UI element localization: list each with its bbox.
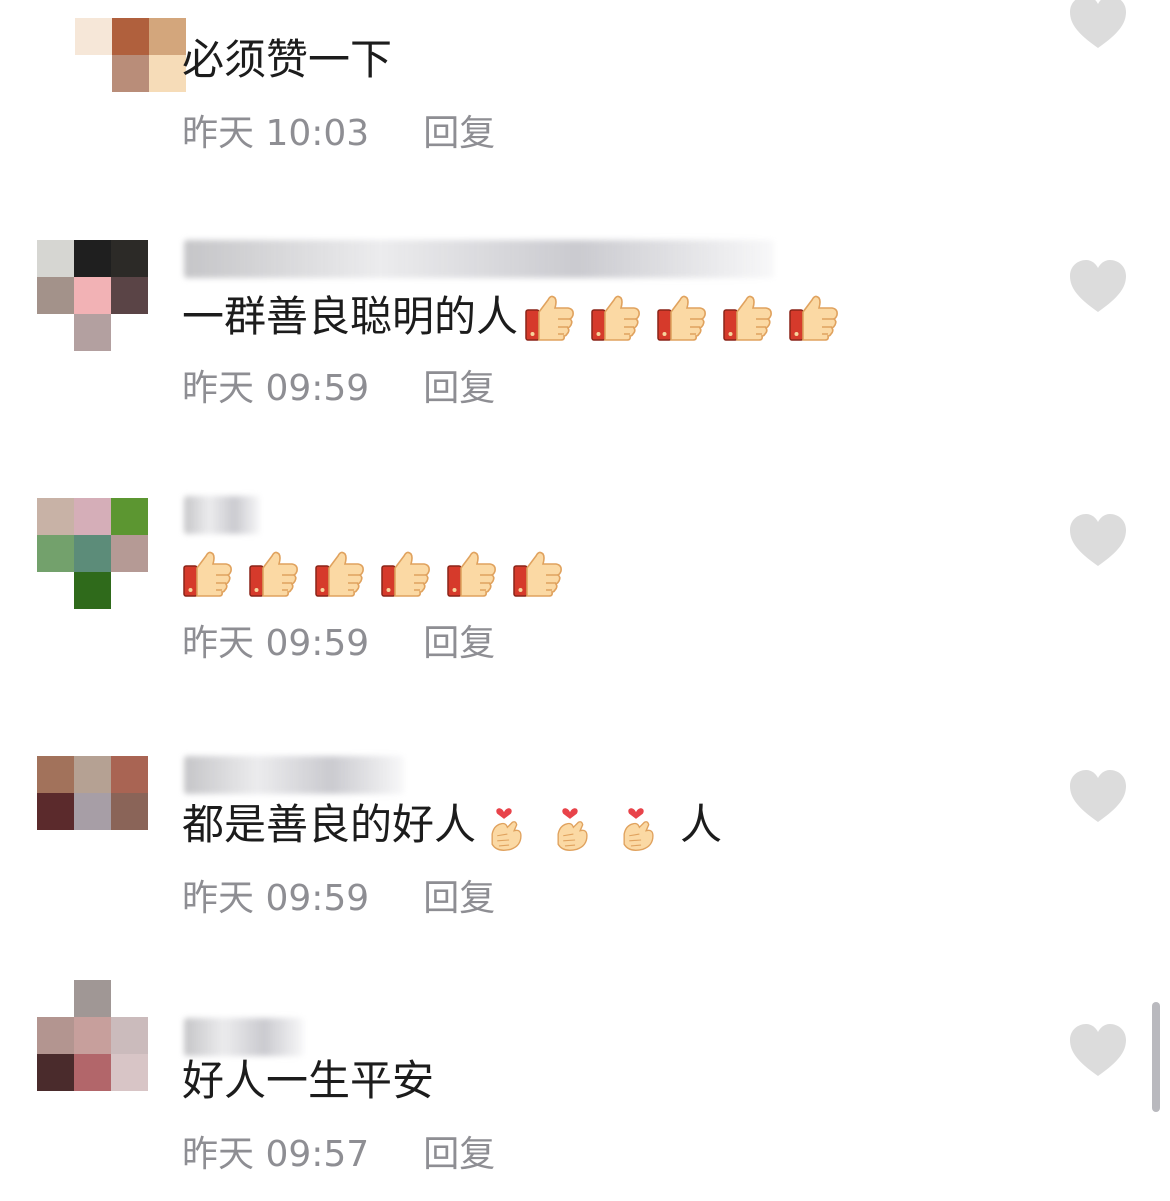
timestamp: 昨天 09:59: [182, 623, 370, 664]
avatar-pixel: [37, 535, 74, 572]
avatar-pixel: [112, 55, 149, 92]
thumbs-up-emoji: [248, 548, 300, 598]
comment-body: 都是善良的好人: [182, 800, 477, 849]
avatar-pixel: [37, 980, 74, 1017]
avatar-pixel: [74, 793, 111, 830]
comment-text: 好人一生平安: [182, 1056, 440, 1106]
avatar-pixel: [111, 535, 148, 572]
thumbs-up-emoji: [656, 292, 708, 342]
avatar-pixel: [111, 756, 148, 793]
username-blurred[interactable]: [184, 240, 774, 278]
finger-heart-emoji: [482, 800, 534, 851]
comment-meta: 昨天 10:03 回复: [182, 112, 495, 156]
avatar-pixel: [111, 793, 148, 830]
heart-icon[interactable]: [1068, 1022, 1128, 1078]
avatar-pixel: [37, 277, 74, 314]
heart-icon[interactable]: [1068, 0, 1128, 50]
avatar-pixel: [111, 314, 148, 351]
thumbs-up-emoji: [788, 292, 840, 342]
timestamp: 昨天 09:57: [182, 1134, 370, 1175]
avatar-pixel: [149, 18, 186, 55]
avatar-pixel: [37, 498, 74, 535]
finger-heart-emoji: [614, 800, 666, 851]
username-blurred[interactable]: [184, 1018, 304, 1056]
avatar-pixel: [75, 18, 112, 55]
avatar-pixel: [111, 830, 148, 867]
thumbs-up-emoji: [512, 548, 564, 598]
avatar-pixel: [37, 314, 74, 351]
avatar-pixel: [37, 240, 74, 277]
avatar-pixel: [111, 498, 148, 535]
comment-trailing-text: 人: [680, 800, 723, 849]
avatar-pixel: [37, 830, 74, 867]
avatar-pixel: [111, 980, 148, 1017]
avatar-pixel: [111, 1054, 148, 1091]
comment-text: [182, 548, 578, 598]
avatar-pixel: [74, 277, 111, 314]
reply-button[interactable]: 回复: [423, 622, 495, 666]
scrollbar[interactable]: [1152, 1002, 1160, 1112]
timestamp: 昨天 09:59: [182, 368, 370, 409]
thumbs-up-emoji: [314, 548, 366, 598]
avatar-pixel: [37, 572, 74, 609]
avatar-pixel: [74, 572, 111, 609]
thumbs-up-emoji: [524, 292, 576, 342]
reply-button[interactable]: 回复: [423, 1133, 495, 1177]
avatar-pixel: [74, 535, 111, 572]
avatar-pixel: [74, 1054, 111, 1091]
comment-meta: 昨天 09:57 回复: [182, 1133, 495, 1177]
thumbs-up-emoji: [446, 548, 498, 598]
avatar-pixel: [111, 240, 148, 277]
thumbs-up-emoji: [380, 548, 432, 598]
timestamp: 昨天 10:03: [182, 113, 370, 154]
avatar[interactable]: [37, 240, 149, 352]
avatar-pixel: [74, 830, 111, 867]
avatar[interactable]: [38, 18, 186, 130]
avatar-pixel: [75, 55, 112, 92]
avatar-pixel: [74, 314, 111, 351]
comment-body: 必须赞一下: [182, 35, 393, 84]
username-blurred[interactable]: [184, 756, 404, 794]
comment-text: 都是善良的好人 人: [182, 800, 723, 851]
finger-heart-emoji: [548, 800, 600, 851]
comment-text: 一群善良聪明的人: [182, 292, 854, 342]
avatar-pixel: [74, 1017, 111, 1054]
comment-body: 好人一生平安: [182, 1056, 435, 1105]
comment-meta: 昨天 09:59 回复: [182, 622, 495, 666]
comment-meta: 昨天 09:59 回复: [182, 877, 495, 921]
avatar-pixel: [74, 980, 111, 1017]
avatar-pixel: [111, 1017, 148, 1054]
thumbs-up-emoji: [722, 292, 774, 342]
avatar-pixel: [37, 793, 74, 830]
avatar-pixel: [111, 277, 148, 314]
avatar[interactable]: [37, 498, 149, 610]
username-blurred[interactable]: [184, 496, 260, 534]
reply-button[interactable]: 回复: [423, 112, 495, 156]
avatar-pixel: [74, 498, 111, 535]
thumbs-up-emoji: [182, 548, 234, 598]
avatar[interactable]: [37, 756, 149, 868]
heart-icon[interactable]: [1068, 258, 1128, 314]
comment-meta: 昨天 09:59 回复: [182, 367, 495, 411]
heart-icon[interactable]: [1068, 768, 1128, 824]
reply-button[interactable]: 回复: [423, 877, 495, 921]
heart-icon[interactable]: [1068, 512, 1128, 568]
avatar-pixel: [112, 18, 149, 55]
avatar-pixel: [149, 55, 186, 92]
avatar[interactable]: [37, 980, 149, 1092]
avatar-pixel: [74, 240, 111, 277]
timestamp: 昨天 09:59: [182, 878, 370, 919]
avatar-pixel: [37, 1054, 74, 1091]
avatar-pixel: [74, 756, 111, 793]
reply-button[interactable]: 回复: [423, 367, 495, 411]
avatar-pixel: [37, 756, 74, 793]
avatar-pixel: [37, 1017, 74, 1054]
thumbs-up-emoji: [590, 292, 642, 342]
comment-body: 一群善良聪明的人: [182, 292, 519, 341]
comment-text: 必须赞一下: [182, 35, 398, 85]
avatar-pixel: [111, 572, 148, 609]
